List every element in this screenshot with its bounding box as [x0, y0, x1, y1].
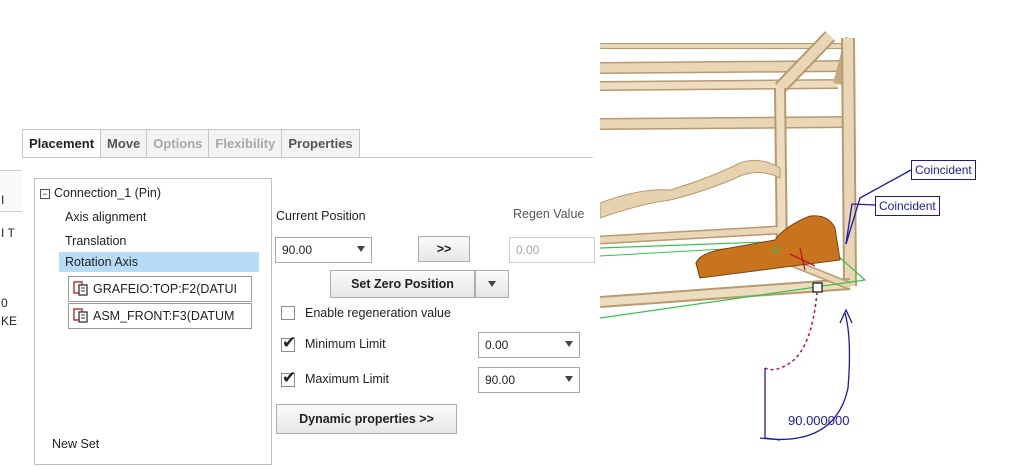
datum-plane-icon [73, 281, 88, 296]
chevron-down-icon [357, 246, 365, 252]
datum-plane-icon [73, 308, 88, 323]
new-set-link[interactable]: New Set [52, 437, 99, 451]
minimum-limit-value: 0.00 [485, 338, 509, 352]
dynamic-properties-button[interactable]: Dynamic properties >> [276, 404, 457, 434]
tab-properties[interactable]: Properties [281, 129, 360, 157]
coincident-callout-2[interactable]: Coincident [875, 196, 940, 216]
enable-regen-label: Enable regeneration value [305, 306, 451, 320]
regen-value-field[interactable]: 0.00 [509, 237, 595, 263]
enable-regen-checkbox[interactable] [281, 306, 295, 320]
regen-value-label: Regen Value [513, 207, 585, 221]
current-position-select[interactable]: 90.00 [275, 237, 372, 263]
clipped-text-4: KE [1, 314, 18, 328]
tab-divider [22, 157, 593, 158]
3d-viewport[interactable]: Coincident Coincident 90.000000 [599, 8, 1012, 466]
tab-options[interactable]: Options [146, 129, 210, 157]
reference-box-1[interactable]: GRAFEIO:TOP:F2(DATUI [68, 276, 252, 302]
tab-move[interactable]: Move [100, 129, 148, 157]
tree-item-axis-alignment[interactable]: Axis alignment [65, 210, 146, 224]
tab-flexibility[interactable]: Flexibility [208, 129, 283, 157]
copy-to-regen-button[interactable]: >> [418, 236, 470, 262]
current-position-value: 90.00 [282, 243, 313, 257]
maximum-limit-select[interactable]: 90.00 [478, 367, 580, 393]
regen-value: 0.00 [516, 243, 540, 257]
maximum-limit-value: 90.00 [485, 373, 516, 387]
tree-item-translation[interactable]: Translation [65, 234, 126, 248]
tab-placement[interactable]: Placement [22, 129, 102, 157]
minimum-limit-label: Minimum Limit [305, 337, 386, 351]
checkmark-icon: ✔ [282, 333, 297, 352]
set-zero-dropdown-button[interactable] [475, 270, 509, 298]
maximum-limit-checkbox[interactable]: ✔ [281, 368, 297, 387]
reference-box-2[interactable]: ASM_FRONT:F3(DATUM [68, 303, 252, 329]
clipped-text-2: I T [1, 226, 15, 240]
tree-item-rotation-axis[interactable]: Rotation Axis [65, 255, 138, 269]
clipped-text-3: 0 [1, 296, 8, 310]
connection-tree[interactable]: − Connection_1 (Pin) Axis alignment Trans… [34, 178, 272, 465]
collapse-icon[interactable]: − [40, 188, 50, 199]
checkmark-icon: ✔ [282, 368, 297, 387]
coincident-callout-1[interactable]: Coincident [911, 160, 976, 180]
chevron-down-icon [565, 341, 573, 347]
tab-bar: Placement Move Options Flexibility Prope… [22, 129, 360, 157]
3d-model-graphic [599, 31, 912, 441]
current-position-label: Current Position [276, 209, 366, 223]
chevron-down-icon [565, 376, 573, 382]
minimum-limit-checkbox[interactable]: ✔ [281, 333, 297, 352]
reference-label-1: GRAFEIO:TOP:F2(DATUI [93, 282, 237, 296]
tree-root[interactable]: − Connection_1 (Pin) [40, 186, 161, 200]
minimum-limit-select[interactable]: 0.00 [478, 332, 580, 358]
set-zero-position-button[interactable]: Set Zero Position [330, 270, 475, 298]
maximum-limit-label: Maximum Limit [305, 372, 390, 386]
chevron-down-icon [488, 281, 496, 287]
clipped-text-1: I [1, 193, 5, 207]
angle-dimension-label[interactable]: 90.000000 [788, 413, 849, 428]
reference-label-2: ASM_FRONT:F3(DATUM [93, 309, 235, 323]
tree-root-label: Connection_1 (Pin) [54, 186, 162, 200]
